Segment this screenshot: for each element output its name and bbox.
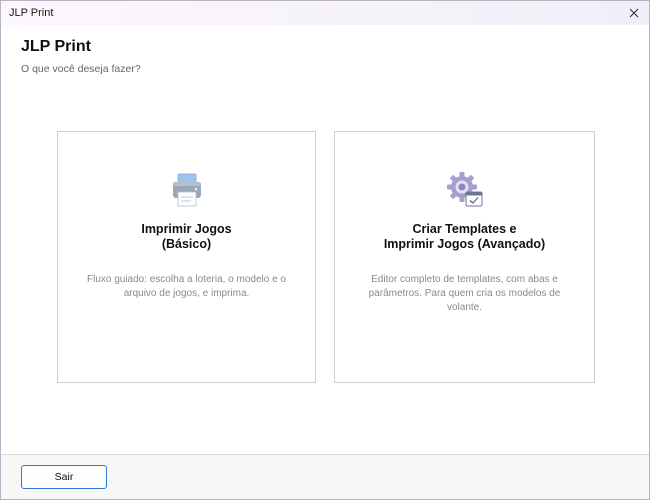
main-content: JLP Print O que você deseja fazer? Impri… [1,25,649,454]
gear-template-icon [446,172,482,207]
exit-button[interactable]: Sair [21,465,107,489]
app-window: JLP Print JLP Print O que você deseja fa… [0,0,650,500]
basic-print-card[interactable]: Imprimir Jogos (Básico) Fluxo guiado: es… [57,131,316,383]
advanced-card-description: Editor completo de templates, com abas e… [368,274,561,313]
advanced-card-title: Criar Templates e Imprimir Jogos (Avança… [383,222,546,251]
window-title: JLP Print [9,7,54,19]
page-title: JLP Print [21,38,91,55]
advanced-templates-card[interactable]: Criar Templates e Imprimir Jogos (Avança… [334,131,595,383]
printer-icon [172,173,201,207]
close-button[interactable] [619,1,649,25]
close-icon [629,8,639,18]
footer-bar: Sair [1,454,649,499]
basic-card-description: Fluxo guiado: escolha a loteria, o model… [86,274,286,299]
title-bar[interactable]: JLP Print [1,1,649,25]
page-subtitle: O que você deseja fazer? [21,63,141,75]
basic-card-title: Imprimir Jogos (Básico) [141,222,232,251]
